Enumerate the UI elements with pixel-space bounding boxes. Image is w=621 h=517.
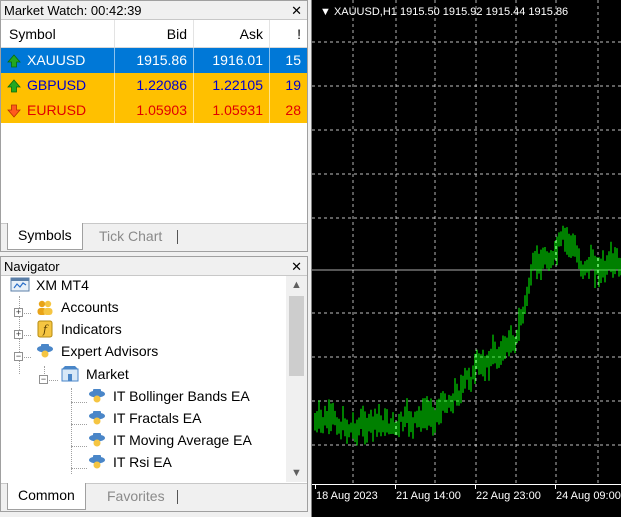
expert-icon <box>89 433 105 447</box>
tree-node-label: IT Rsi EA <box>113 454 172 470</box>
market-watch-tabs: Symbols Tick Chart <box>1 223 307 251</box>
arrow-down-icon <box>7 104 21 118</box>
indicators-icon: f <box>37 320 53 338</box>
column-header-symbol[interactable]: Symbol <box>1 20 115 47</box>
tree-line <box>71 446 87 447</box>
time-tick <box>555 485 556 489</box>
market-watch-rows: XAUUSD 1915.86 1916.01 15 GBPUSD 1.22086 1.221… <box>1 48 307 123</box>
chart-canvas[interactable] <box>312 0 621 484</box>
symbol-cell: XAUUSD <box>1 48 115 73</box>
tree-node-moving-average-ea[interactable]: IT Moving Average EA <box>87 429 252 451</box>
tree-line <box>71 468 87 469</box>
symbol-cell: EURUSD <box>1 98 115 123</box>
navigator-title: Navigator <box>4 259 60 274</box>
close-icon[interactable]: ✕ <box>291 257 302 276</box>
time-label: 18 Aug 2023 <box>316 490 378 502</box>
scroll-down-icon[interactable]: ▼ <box>286 464 307 482</box>
tab-tick-chart[interactable]: Tick Chart <box>99 224 162 250</box>
column-header-ask[interactable]: Ask <box>194 20 270 47</box>
expert-advisors-icon <box>37 344 53 358</box>
tree-node-bollinger-ea[interactable]: IT Bollinger Bands EA <box>87 385 250 407</box>
spread-cell: 28 <box>285 102 301 118</box>
tree-line <box>71 424 87 425</box>
time-axis: 18 Aug 2023 21 Aug 14:00 22 Aug 23:00 24… <box>312 484 621 517</box>
tree-node-accounts[interactable]: Accounts <box>35 296 119 318</box>
price-chart[interactable]: ▼ XAUUSD,H1 1915.50 1915.92 1915.44 1915… <box>311 0 621 517</box>
expert-icon <box>89 389 105 403</box>
collapse-expert-advisors-toggle[interactable]: − <box>14 352 23 361</box>
spread-cell: 15 <box>285 52 301 68</box>
tree-node-label: Accounts <box>61 299 119 315</box>
arrow-up-icon <box>7 78 21 92</box>
tree-line <box>71 402 87 403</box>
time-label: 24 Aug 09:00 <box>556 490 621 502</box>
tree-node-label: IT Bollinger Bands EA <box>113 388 250 404</box>
tab-common[interactable]: Common <box>7 483 86 510</box>
accounts-icon <box>37 300 53 315</box>
symbol-name: EURUSD <box>27 102 87 118</box>
tab-separator <box>177 230 178 244</box>
market-icon <box>61 366 79 382</box>
expert-icon <box>89 411 105 425</box>
bid-cell: 1915.86 <box>115 48 194 73</box>
tree-node-indicators[interactable]: f Indicators <box>35 318 122 340</box>
column-header-spread[interactable]: ! <box>270 20 307 47</box>
chart-header: ▼ XAUUSD,H1 1915.50 1915.92 1915.44 1915… <box>320 6 569 18</box>
table-row[interactable]: XAUUSD 1915.86 1916.01 15 <box>1 48 307 73</box>
expand-accounts-toggle[interactable]: + <box>14 308 23 317</box>
bid-cell: 1.05903 <box>115 98 194 123</box>
arrow-up-icon <box>7 53 21 67</box>
tree-node-label: IT Fractals EA <box>113 410 202 426</box>
tree-node-rsi-ea[interactable]: IT Rsi EA <box>87 451 172 473</box>
collapse-market-toggle[interactable]: − <box>39 375 48 384</box>
tab-favorites[interactable]: Favorites <box>107 484 165 510</box>
tree-node-label: XM MT4 <box>36 277 89 293</box>
spread-cell: 19 <box>285 77 301 93</box>
expert-icon <box>89 455 105 469</box>
tab-symbols[interactable]: Symbols <box>7 223 83 250</box>
time-label: 21 Aug 14:00 <box>396 490 461 502</box>
navigator-tree: + + − − XM MT4 Accounts f Indicators Exp… <box>1 276 286 482</box>
scrollbar-thumb[interactable] <box>289 296 304 376</box>
time-label: 22 Aug 23:00 <box>476 490 541 502</box>
terminal-icon <box>10 277 30 292</box>
ask-cell: 1.05931 <box>194 98 270 123</box>
time-tick <box>475 485 476 489</box>
close-icon[interactable]: ✕ <box>291 1 302 20</box>
tree-line <box>71 388 72 474</box>
tree-node-fractals-ea[interactable]: IT Fractals EA <box>87 407 201 429</box>
tree-node-label: Market <box>86 366 129 382</box>
table-row[interactable]: EURUSD 1.05903 1.05931 28 <box>1 98 307 123</box>
symbol-cell: GBPUSD <box>1 73 115 98</box>
tree-node-label: IT Moving Average EA <box>113 432 252 448</box>
expand-indicators-toggle[interactable]: + <box>14 330 23 339</box>
symbol-name: GBPUSD <box>27 77 87 93</box>
scroll-up-icon[interactable]: ▲ <box>286 276 307 294</box>
tree-node-terminal[interactable]: XM MT4 <box>10 276 89 296</box>
tree-node-expert-advisors[interactable]: Expert Advisors <box>35 340 158 362</box>
tree-node-label: Expert Advisors <box>61 343 159 359</box>
navigator-tabs: Common Favorites <box>1 483 307 511</box>
time-tick <box>315 485 316 489</box>
navigator-panel: Navigator ✕ + + − − XM MT4 Accounts f In… <box>0 256 308 512</box>
market-watch-title: Market Watch: 00:42:39 <box>4 3 142 18</box>
navigator-title-bar: Navigator ✕ <box>1 257 307 276</box>
tree-node-market[interactable]: Market <box>60 363 129 385</box>
tree-node-label: Indicators <box>61 321 122 337</box>
table-row[interactable]: GBPUSD 1.22086 1.22105 19 <box>1 73 307 98</box>
market-watch-header: Symbol Bid Ask ! <box>1 20 307 48</box>
ask-cell: 1.22105 <box>194 73 270 98</box>
ask-cell: 1916.01 <box>194 48 270 73</box>
symbol-name: XAUUSD <box>27 52 86 68</box>
tab-separator <box>177 490 178 504</box>
column-header-bid[interactable]: Bid <box>115 20 194 47</box>
time-tick <box>395 485 396 489</box>
navigator-scrollbar[interactable]: ▲ ▼ <box>286 276 307 482</box>
market-watch-title-bar: Market Watch: 00:42:39 ✕ <box>1 1 307 20</box>
market-watch-panel: Market Watch: 00:42:39 ✕ Symbol Bid Ask … <box>0 0 308 252</box>
bid-cell: 1.22086 <box>115 73 194 98</box>
